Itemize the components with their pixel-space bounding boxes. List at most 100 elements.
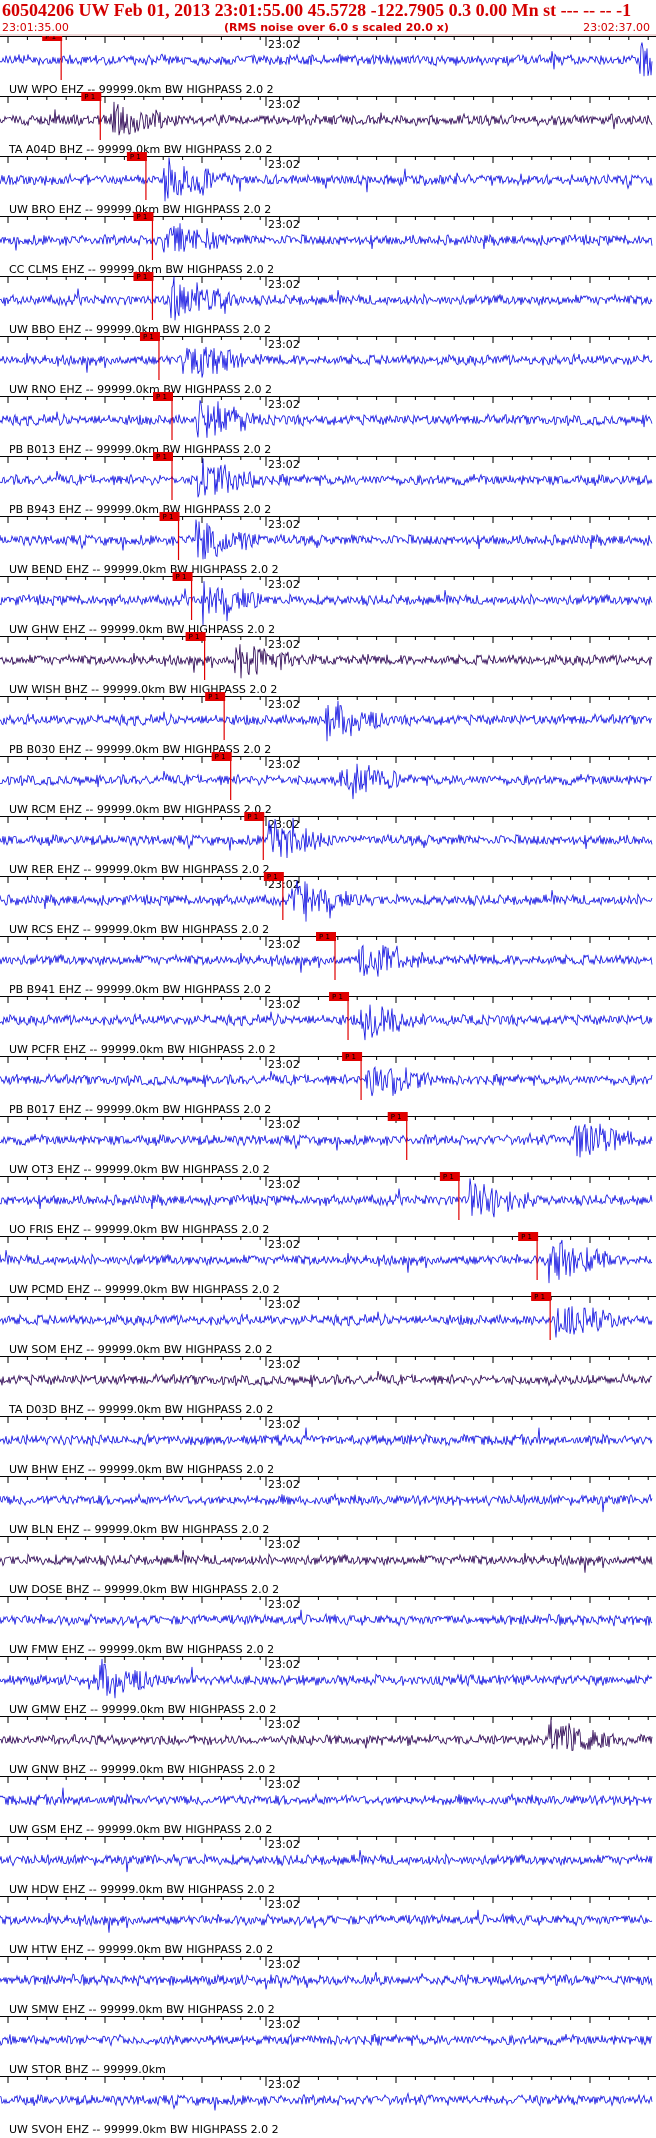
minute-label: 23:02	[268, 698, 300, 711]
trace-row: 23:02 UW GMW EHZ -- 99999.0km BW HIGHPASS…	[0, 1656, 656, 1716]
pick-label: P 1	[319, 933, 330, 941]
pick-label: P 1	[215, 753, 226, 761]
waveform	[0, 276, 653, 321]
waveform	[0, 1609, 653, 1629]
station-label: UW GSM EHZ -- 99999.0km BW HIGHPASS 2.0 …	[9, 1823, 272, 1836]
pick-label: P 1	[156, 393, 167, 401]
minute-label: 23:02	[268, 758, 300, 771]
waveform	[0, 157, 653, 202]
waveform	[0, 1909, 653, 1933]
pick-label: P 1	[176, 573, 187, 581]
trace-row: 23:02 UW HDW EHZ -- 99999.0km BW HIGHPASS…	[0, 1836, 656, 1896]
rms-note: (RMS noise over 6.0 s scaled 20.0 x)	[224, 21, 449, 34]
station-label: PB B941 EHZ -- 99999.0km BW HIGHPASS 2.0…	[9, 983, 271, 996]
station-label: UW GNW BHZ -- 99999.0km BW HIGHPASS 2.0 …	[9, 1763, 276, 1776]
event-title: 60504206 UW Feb 01, 2013 23:01:55.00 45.…	[2, 0, 632, 20]
pick-label: P 1	[267, 873, 278, 881]
trace-row: 23:02 P 1 PB B017 EHZ -- 99999.0km BW HIGH…	[0, 1052, 656, 1116]
waveform	[0, 346, 653, 378]
station-label: UW WPO EHZ -- 99999.0km BW HIGHPASS 2.0 …	[9, 83, 274, 96]
station-label: UW FMW EHZ -- 99999.0km BW HIGHPASS 2.0 …	[9, 1643, 274, 1656]
station-label: UW GMW EHZ -- 99999.0km BW HIGHPASS 2.0 …	[9, 1703, 276, 1716]
pick-label: P 1	[136, 213, 147, 221]
pick-label: P 1	[136, 273, 147, 281]
minute-label: 23:02	[268, 338, 300, 351]
trace-row: 23:02 P 1 UW RER EHZ -- 99999.0km BW HIGHP…	[0, 812, 656, 876]
trace-row: 23:02 P 1 UW RNO EHZ -- 99999.0km BW HIGHP…	[0, 332, 656, 396]
minute-label: 23:02	[268, 38, 300, 51]
waveform	[0, 458, 653, 498]
minute-label: 23:02	[268, 218, 300, 231]
pick-label: P 1	[534, 1293, 545, 1301]
minute-label: 23:02	[268, 1178, 300, 1191]
pick-label: P 1	[189, 633, 200, 641]
station-label: UW RCS EHZ -- 99999.0km BW HIGHPASS 2.0 …	[9, 923, 269, 936]
station-label: UW STOR BHZ -- 99999.0km	[9, 2063, 166, 2076]
station-label: UO FRIS EHZ -- 99999.0km BW HIGHPASS 2.0…	[9, 1223, 269, 1236]
waveform	[0, 1371, 653, 1388]
waveform	[0, 817, 653, 859]
trace-row: 23:02 P 1 UW GHW EHZ -- 99999.0km BW HIGHP…	[0, 572, 656, 636]
waveform	[0, 1787, 653, 1807]
station-label: UW BLN EHZ -- 99999.0km BW HIGHPASS 2.0 …	[9, 1523, 269, 1536]
trace-row: 23:02 P 1 UW PCFR EHZ -- 99999.0km BW HIGH…	[0, 992, 656, 1056]
station-label: UW BHW EHZ -- 99999.0km BW HIGHPASS 2.0 …	[9, 1463, 274, 1476]
minute-label: 23:02	[268, 158, 300, 171]
minute-label: 23:02	[268, 578, 300, 591]
minute-label: 23:02	[268, 1418, 300, 1431]
waveform	[0, 519, 653, 560]
seismogram-panel: 23:02 P 1 UW WPO EHZ -- 99999.0km BW HIGHP…	[0, 36, 656, 2136]
minute-label: 23:02	[268, 458, 300, 471]
minute-label: 23:02	[268, 638, 300, 651]
pick-label: P 1	[156, 453, 167, 461]
minute-label: 23:02	[268, 1718, 300, 1731]
station-label: UW RER EHZ -- 99999.0km BW HIGHPASS 2.0 …	[9, 863, 270, 876]
trace-row: 23:02 P 1 UW PCMD EHZ -- 99999.0km BW HIGH…	[0, 1232, 656, 1296]
minute-label: 23:02	[268, 998, 300, 1011]
station-label: UW BEND EHZ -- 99999.0km BW HIGHPASS 2.0…	[9, 563, 279, 576]
minute-label: 23:02	[268, 278, 300, 291]
waveform	[0, 1971, 653, 1990]
minute-label: 23:02	[268, 818, 300, 831]
trace-row: 23:02 UW FMW EHZ -- 99999.0km BW HIGHPASS…	[0, 1596, 656, 1656]
pick-label: P 1	[45, 36, 56, 41]
station-label: UW PCMD EHZ -- 99999.0km BW HIGHPASS 2.0…	[9, 1283, 280, 1296]
minute-label: 23:02	[268, 1838, 300, 1851]
waveform	[0, 2033, 653, 2047]
pick-label: P 1	[163, 513, 174, 521]
trace-row: 23:02 P 1 PB B943 EHZ -- 99999.0km BW HIGH…	[0, 452, 656, 516]
trace-row: 23:02P 1TA A04D BHZ -- 99999.0km BW HIGH…	[0, 92, 656, 156]
pick-label: P 1	[332, 993, 343, 1001]
minute-label: 23:02	[268, 98, 300, 111]
station-label: UW RNO EHZ -- 99999.0km BW HIGHPASS 2.0 …	[9, 383, 272, 396]
minute-label: 23:02	[268, 1478, 300, 1491]
minute-label: 23:02	[268, 1238, 300, 1251]
minute-label: 23:02	[268, 1538, 300, 1551]
waveform	[0, 763, 653, 800]
pick-label: P 1	[391, 1113, 402, 1121]
minute-label: 23:02	[268, 938, 300, 951]
waveform	[0, 1550, 653, 1573]
waveform	[0, 581, 653, 626]
waveform	[0, 223, 653, 253]
waveform	[0, 1850, 653, 1873]
waveform	[0, 1306, 653, 1338]
minute-label: 23:02	[268, 398, 300, 411]
station-label: UW OT3 EHZ -- 99999.0km BW HIGHPASS 2.0 …	[9, 1163, 270, 1176]
station-label: TA D03D BHZ -- 99999.0km BW HIGHPASS 2.0…	[8, 1403, 273, 1416]
pick-label: P 1	[208, 693, 219, 701]
trace-row: 23:02 UW HTW EHZ -- 99999.0km BW HIGHPASS…	[0, 1896, 656, 1956]
trace-row: 23:02 P 1 UW RCM EHZ -- 99999.0km BW HIGHP…	[0, 752, 656, 816]
waveform	[0, 1239, 653, 1284]
minute-label: 23:02	[268, 1298, 300, 1311]
station-label: UW GHW EHZ -- 99999.0km BW HIGHPASS 2.0 …	[9, 623, 275, 636]
pick-label: P 1	[443, 1173, 454, 1181]
waveform	[0, 1718, 653, 1752]
minute-label: 23:02	[268, 1118, 300, 1131]
trace-row: 23:02 P 1 PB B013 EHZ -- 99999.0km BW HIGH…	[0, 392, 656, 456]
trace-row: 23:02P 1UW BBO EHZ -- 99999.0km BW HIGHP…	[0, 272, 656, 336]
trace-row: 23:02 UW GSM EHZ -- 99999.0km BW HIGHPASS…	[0, 1776, 656, 1836]
waveform	[0, 1427, 653, 1447]
trace-row: 23:02 UW DOSE BHZ -- 99999.0km BW HIGHPAS…	[0, 1536, 656, 1596]
station-label: PB B030 EHZ -- 99999.0km BW HIGHPASS 2.0…	[9, 743, 271, 756]
